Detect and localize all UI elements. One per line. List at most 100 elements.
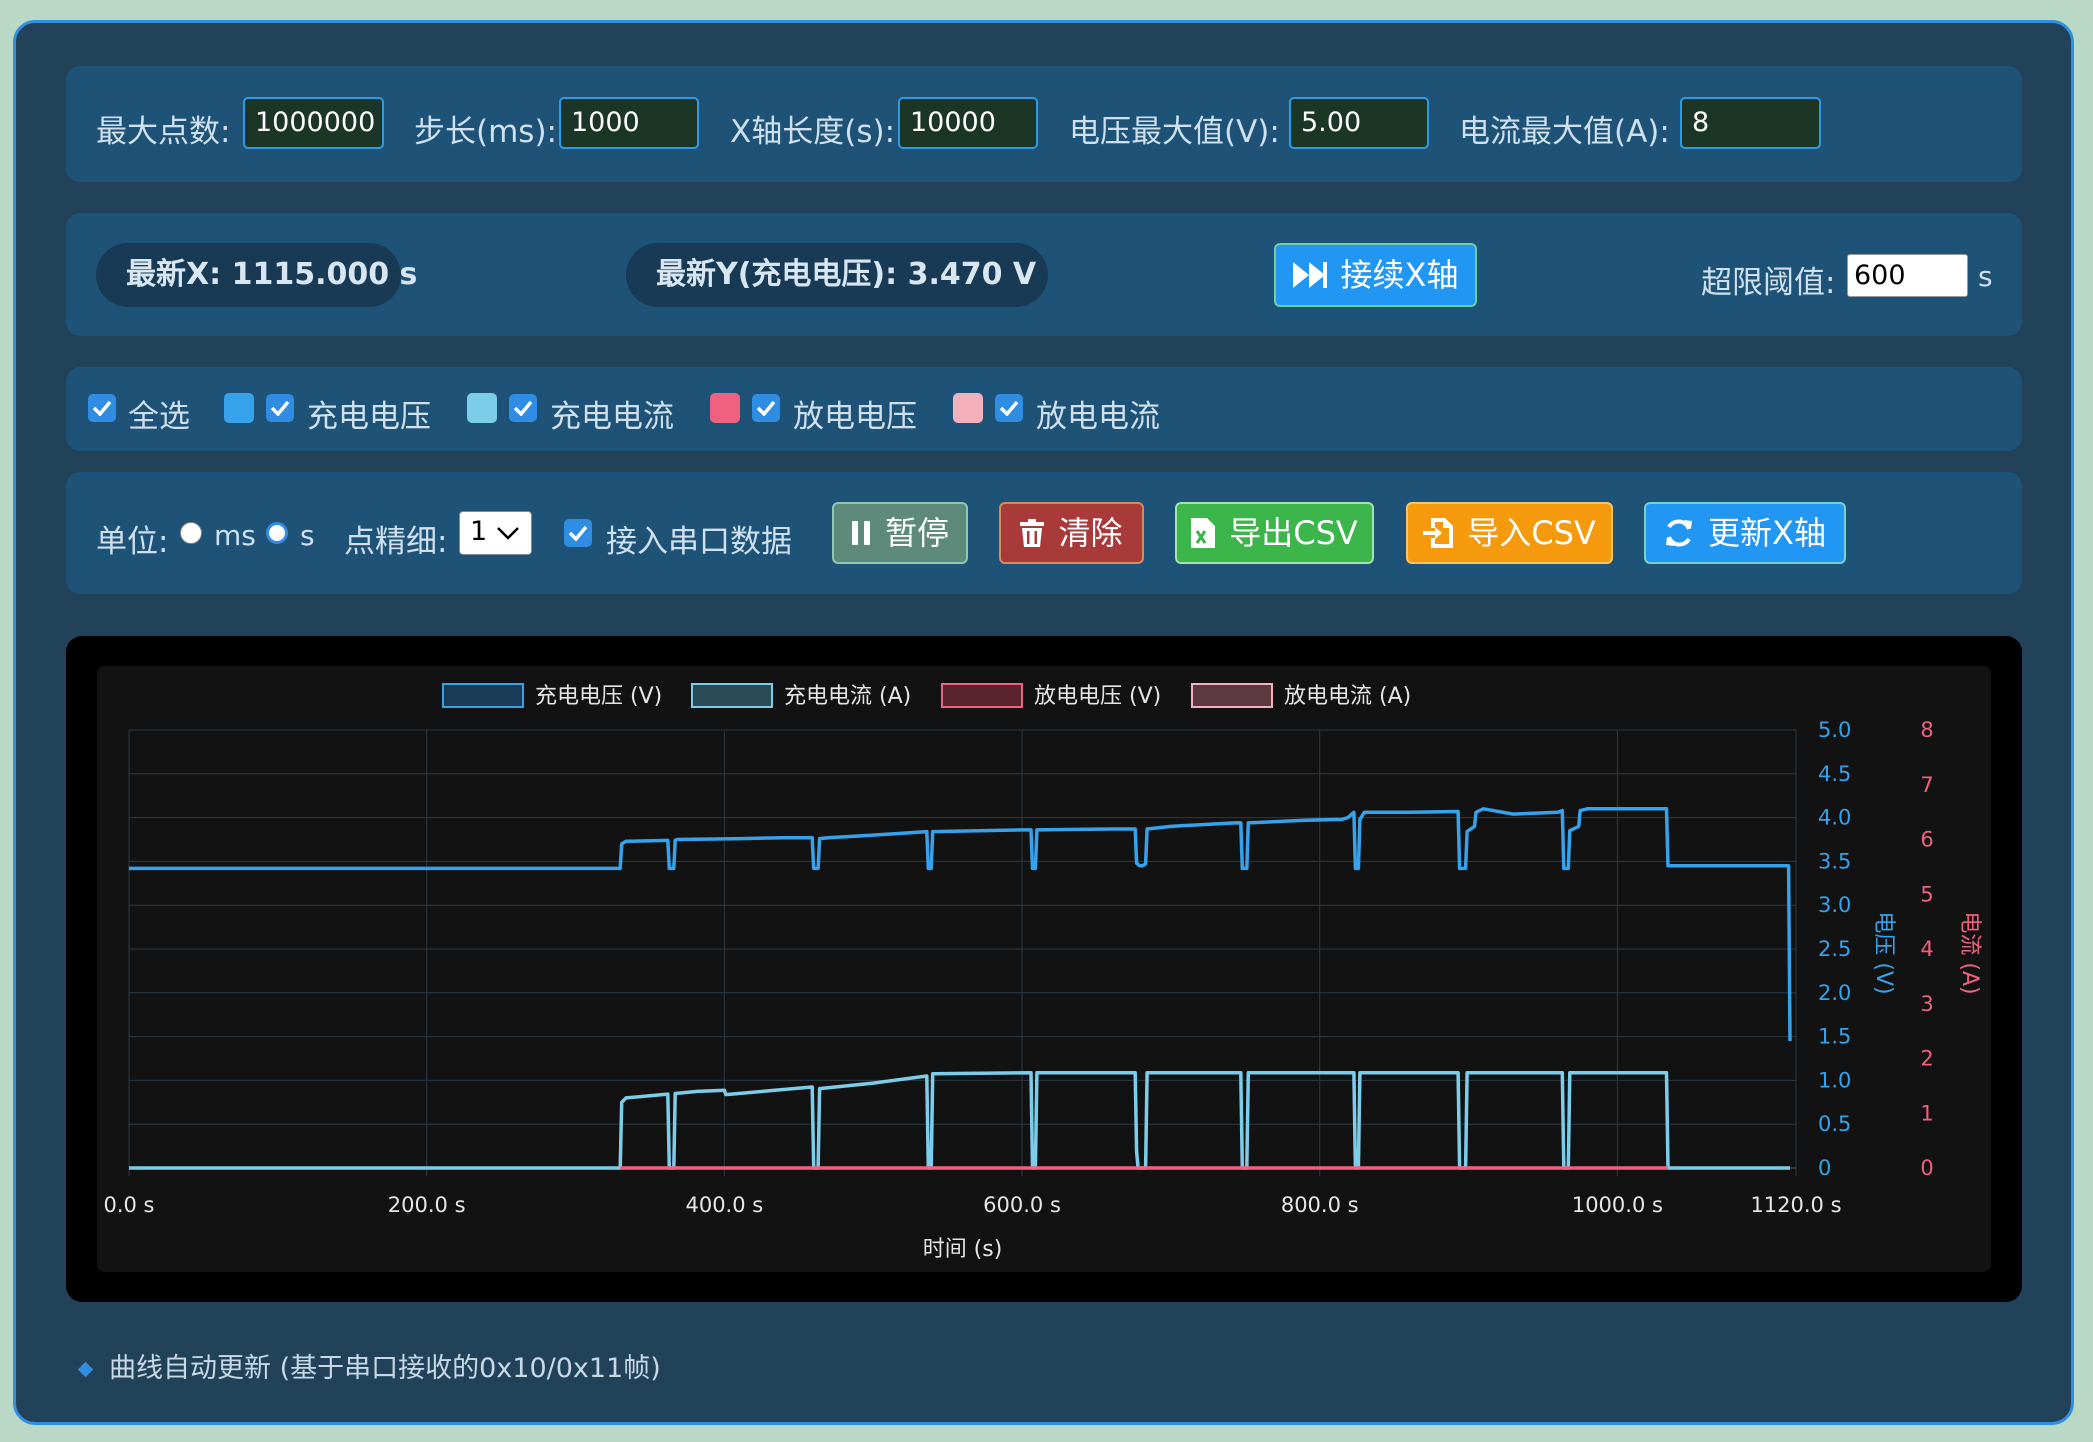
precision-label: 点精细: bbox=[344, 524, 448, 560]
pause-icon bbox=[851, 521, 870, 545]
precision-select[interactable]: 1 bbox=[459, 511, 532, 555]
y-left-tick-label: 3.0 bbox=[1818, 893, 1851, 917]
footer-note: 曲线自动更新 (基于串口接收的0x10/0x11帧) bbox=[77, 1346, 661, 1385]
y-left-tick-label: 3.5 bbox=[1818, 849, 1851, 873]
discharge-voltage-swatch bbox=[710, 393, 740, 423]
import-csv-label: 导入CSV bbox=[1467, 514, 1596, 552]
step-input[interactable]: 1000 bbox=[559, 97, 699, 149]
clear-button[interactable]: 清除 bbox=[999, 502, 1144, 564]
fast-forward-icon bbox=[1292, 262, 1327, 288]
charge-voltage-line bbox=[129, 807, 1792, 1042]
charge-voltage-label: 充电电压 bbox=[307, 399, 431, 435]
y-right-tick-label: 1 bbox=[1920, 1101, 1933, 1125]
select-all-checkbox[interactable] bbox=[88, 394, 116, 422]
unit-s-radio[interactable] bbox=[266, 522, 288, 544]
y-right-tick-label: 4 bbox=[1920, 937, 1933, 961]
check-icon bbox=[568, 525, 588, 541]
unit-ms-radio[interactable] bbox=[180, 522, 202, 544]
unit-ms-label: ms bbox=[214, 519, 256, 552]
continue-x-label: 接续X轴 bbox=[1340, 256, 1459, 294]
serial-data-label: 接入串口数据 bbox=[606, 524, 792, 560]
current-max-input[interactable]: 8 bbox=[1680, 97, 1821, 149]
footer-text: 曲线自动更新 (基于串口接收的0x10/0x11帧) bbox=[109, 1353, 661, 1384]
update-x-label: 更新X轴 bbox=[1708, 514, 1826, 552]
serial-data-checkbox[interactable] bbox=[564, 519, 592, 547]
charge-voltage-checkbox[interactable] bbox=[266, 394, 294, 422]
y-left-tick-label: 5.0 bbox=[1818, 718, 1851, 742]
update-x-button[interactable]: 更新X轴 bbox=[1644, 502, 1846, 564]
x-tick-label: 600.0 s bbox=[983, 1193, 1061, 1217]
charge-current-label: 充电电流 bbox=[550, 399, 674, 435]
y-left-tick-label: 4.0 bbox=[1818, 806, 1851, 830]
y-right-tick-label: 2 bbox=[1920, 1047, 1933, 1071]
charge-current-swatch bbox=[467, 393, 497, 423]
charge-current-checkbox[interactable] bbox=[509, 394, 537, 422]
file-import-icon bbox=[1423, 518, 1454, 548]
current-max-label: 电流最大值(A): bbox=[1459, 114, 1670, 150]
max-points-input[interactable]: 1000000 bbox=[243, 97, 384, 149]
export-csv-button[interactable]: 导出CSV bbox=[1175, 502, 1374, 564]
step-label: 步长(ms): bbox=[414, 114, 557, 150]
legend-label: 放电电压 (V) bbox=[1034, 684, 1161, 709]
x-tick-label: 1120.0 s bbox=[1750, 1193, 1841, 1217]
check-icon bbox=[756, 400, 776, 416]
latest-y-badge: 最新Y(充电电压): 3.470 V bbox=[626, 243, 1048, 307]
pause-button[interactable]: 暂停 bbox=[832, 502, 968, 564]
y-left-tick-label: 1.0 bbox=[1818, 1068, 1851, 1092]
x-length-label: X轴长度(s): bbox=[730, 114, 896, 150]
y-right-tick-label: 0 bbox=[1920, 1156, 1933, 1180]
max-points-label: 最大点数: bbox=[96, 114, 231, 150]
charge-voltage-swatch bbox=[224, 393, 254, 423]
legend-swatch bbox=[691, 683, 773, 708]
threshold-unit: s bbox=[1978, 260, 1993, 293]
voltage-current-chart[interactable]: 0 0.5 1.0 1.5 2.0 2.5 3.0 3.5 4.0 4.5 5.0 0 1 2 3 4 5 6 7 8… bbox=[97, 666, 1991, 1272]
check-icon bbox=[270, 400, 290, 416]
threshold-input[interactable]: 600 bbox=[1847, 254, 1968, 297]
excel-file-icon bbox=[1191, 518, 1216, 548]
discharge-voltage-label: 放电电压 bbox=[793, 399, 917, 435]
y-left-tick-label: 2.5 bbox=[1818, 937, 1851, 961]
check-icon bbox=[92, 400, 112, 416]
trash-icon bbox=[1020, 519, 1045, 547]
discharge-voltage-checkbox[interactable] bbox=[752, 394, 780, 422]
y-right-tick-label: 8 bbox=[1920, 718, 1933, 742]
y-left-tick-label: 0 bbox=[1818, 1156, 1831, 1180]
legend-label: 充电电压 (V) bbox=[535, 684, 662, 709]
discharge-current-checkbox[interactable] bbox=[995, 394, 1023, 422]
x-length-input[interactable]: 10000 bbox=[898, 97, 1038, 149]
latest-x-badge: 最新X: 1115.000 s bbox=[96, 243, 417, 307]
refresh-icon bbox=[1666, 519, 1693, 547]
check-icon bbox=[999, 400, 1019, 416]
y-left-axis-title: 电压 (V) bbox=[1871, 911, 1896, 994]
y-right-tick-label: 3 bbox=[1920, 992, 1933, 1016]
voltage-max-label: 电压最大值(V): bbox=[1069, 114, 1280, 150]
continue-x-button[interactable]: 接续X轴 bbox=[1274, 243, 1477, 307]
legend-swatch bbox=[941, 683, 1023, 708]
diamond-bullet-icon bbox=[77, 1361, 94, 1378]
legend-label: 放电电流 (A) bbox=[1284, 684, 1411, 709]
chevron-down-icon bbox=[497, 527, 519, 540]
y-right-axis-title: 电流 (A) bbox=[1957, 911, 1982, 994]
clear-label: 清除 bbox=[1058, 514, 1123, 552]
precision-value: 1 bbox=[470, 516, 488, 547]
x-axis-title: 时间 (s) bbox=[923, 1237, 1003, 1262]
legend-swatch bbox=[1191, 683, 1273, 708]
check-icon bbox=[513, 400, 533, 416]
y-left-tick-label: 2.0 bbox=[1818, 981, 1851, 1005]
x-tick-label: 0.0 s bbox=[103, 1193, 154, 1217]
legend-label: 充电电流 (A) bbox=[784, 684, 911, 709]
discharge-current-swatch bbox=[953, 393, 983, 423]
voltage-max-input[interactable]: 5.00 bbox=[1289, 97, 1429, 149]
y-right-tick-label: 7 bbox=[1920, 773, 1933, 797]
select-all-label: 全选 bbox=[128, 399, 190, 435]
charge-current-line bbox=[129, 1070, 1790, 1170]
legend-swatch bbox=[442, 683, 524, 708]
import-csv-button[interactable]: 导入CSV bbox=[1406, 502, 1613, 564]
x-tick-label: 800.0 s bbox=[1281, 1193, 1359, 1217]
export-csv-label: 导出CSV bbox=[1229, 514, 1358, 552]
y-left-tick-label: 4.5 bbox=[1818, 762, 1851, 786]
unit-s-label: s bbox=[300, 519, 315, 552]
threshold-label: 超限阈值: bbox=[1701, 265, 1836, 301]
pause-label: 暂停 bbox=[884, 514, 949, 552]
x-tick-label: 400.0 s bbox=[685, 1193, 763, 1217]
